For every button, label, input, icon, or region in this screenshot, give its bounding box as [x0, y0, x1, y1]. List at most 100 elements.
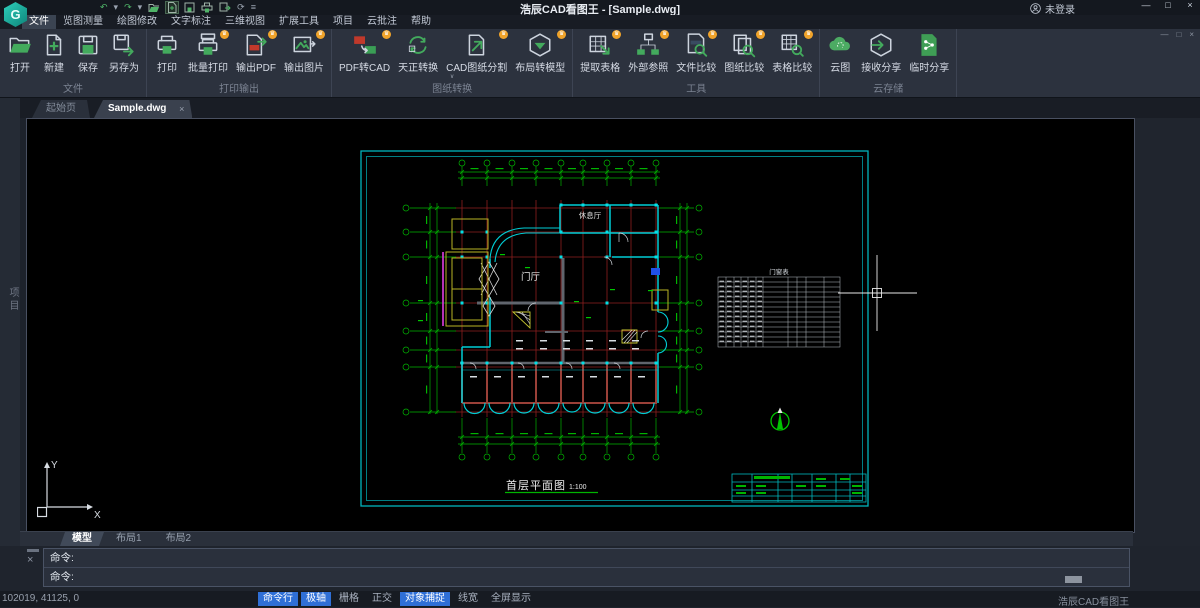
- export-pdf-button[interactable]: 输出PDF: [232, 30, 280, 74]
- ribbon-group-convert: PDF转CAD 天正转换 CAD图纸分割 布局转模型 图纸转换: [332, 29, 573, 97]
- menu-project[interactable]: 项目: [326, 15, 360, 29]
- temp-share-button[interactable]: 临时分享: [905, 30, 953, 74]
- floor-plan-svg[interactable]: 门窗表 休息厅 门厅 首层平面图 1:100: [328, 138, 932, 516]
- extract-table-button[interactable]: 提取表格: [576, 30, 624, 74]
- stairs-symbols: [513, 312, 637, 343]
- undo-icon[interactable]: [100, 1, 108, 14]
- small-room-labels: [470, 340, 645, 378]
- user-icon: [1030, 3, 1041, 14]
- menu-cloud-annotation[interactable]: 云批注: [360, 15, 404, 29]
- cad-split-button[interactable]: CAD图纸分割: [442, 30, 511, 74]
- print-icon: [154, 32, 180, 58]
- layout-to-model-button[interactable]: 布局转模型: [511, 30, 569, 74]
- vip-badge-icon: [612, 30, 621, 39]
- open-quick-icon[interactable]: [148, 3, 160, 13]
- titlebar: 浩辰CAD看图王 - [Sample.dwg] 未登录: [0, 0, 1200, 15]
- menu-extended-tools[interactable]: 扩展工具: [272, 15, 326, 29]
- menu-text-annotate[interactable]: 文字标注: [164, 15, 218, 29]
- toggle-command-line[interactable]: 命令行: [258, 592, 298, 606]
- crosshair-cursor: [838, 255, 917, 331]
- statusbar-brand: 浩辰CAD看图王: [1058, 593, 1129, 608]
- command-close-icon[interactable]: [27, 554, 33, 566]
- ribbon-group-label-convert: 图纸转换: [335, 80, 569, 97]
- ribbon-group-print: 打印 批量打印 输出PDF 输出图片 打印输出: [147, 29, 332, 97]
- print-quick-icon[interactable]: [201, 2, 213, 13]
- tab-start-page[interactable]: 起始页: [32, 100, 90, 118]
- side-panel-tab-project[interactable]: 项目: [5, 287, 20, 313]
- toggle-fullscreen[interactable]: 全屏显示: [486, 592, 536, 606]
- mdi-minimize-icon[interactable]: [1160, 30, 1168, 39]
- tab-close-icon[interactable]: [179, 100, 184, 118]
- mdi-restore-icon[interactable]: [1176, 30, 1181, 39]
- refresh-icon[interactable]: [237, 1, 245, 14]
- drawing-compare-icon: [731, 32, 757, 58]
- cloud-drawing-button[interactable]: 云图: [823, 30, 857, 74]
- toggle-osnap[interactable]: 对象捕捉: [400, 592, 450, 606]
- command-scrollbar-thumb[interactable]: [1065, 576, 1082, 583]
- menu-file[interactable]: 文件: [22, 15, 56, 29]
- menubar: 文件 览图测量 绘图修改 文字标注 三维视图 扩展工具 项目 云批注 帮助: [0, 15, 1200, 29]
- command-collapse-handle[interactable]: [27, 549, 39, 552]
- vip-badge-icon: [660, 30, 669, 39]
- schedule-title: 门窗表: [769, 267, 789, 276]
- drawing-compare-button[interactable]: 图纸比较: [720, 30, 768, 74]
- tab-layout1[interactable]: 布局1: [104, 532, 154, 546]
- vip-badge-icon: [316, 30, 325, 39]
- vip-badge-icon: [268, 30, 277, 39]
- file-compare-button[interactable]: 文件比较: [672, 30, 720, 74]
- tab-sample-dwg[interactable]: Sample.dwg: [94, 100, 192, 118]
- customize-quickbar-icon[interactable]: [251, 1, 256, 14]
- redo-icon[interactable]: [124, 1, 132, 14]
- external-reference-button[interactable]: 外部参照: [624, 30, 672, 74]
- tab-layout2[interactable]: 布局2: [154, 532, 204, 546]
- toggle-lineweight[interactable]: 线宽: [453, 592, 483, 606]
- menu-help[interactable]: 帮助: [404, 15, 438, 29]
- cloud-icon: [827, 32, 853, 58]
- toggle-ortho[interactable]: 正交: [367, 592, 397, 606]
- mdi-close-icon[interactable]: [1189, 30, 1194, 39]
- tianzheng-convert-icon: [405, 32, 431, 58]
- open-button[interactable]: 打开: [3, 30, 37, 74]
- ucs-icon: Y X: [37, 454, 107, 522]
- export-image-button[interactable]: 输出图片: [280, 30, 328, 74]
- saveas-quick-icon[interactable]: [219, 2, 231, 13]
- batch-print-icon: [195, 32, 221, 58]
- room-partitions: [462, 363, 657, 403]
- receive-share-icon: [868, 32, 894, 58]
- toggle-polar[interactable]: 极轴: [301, 592, 331, 606]
- tab-model[interactable]: 模型: [60, 532, 104, 546]
- vip-badge-icon: [804, 30, 813, 39]
- command-input-line[interactable]: 命令:: [44, 568, 1129, 586]
- close-icon[interactable]: [1184, 0, 1196, 10]
- table-compare-button[interactable]: 表格比较: [768, 30, 816, 74]
- menu-3d-view[interactable]: 三维视图: [218, 15, 272, 29]
- toggle-grid[interactable]: 栅格: [334, 592, 364, 606]
- drawing-canvas[interactable]: Y X: [26, 118, 1135, 533]
- maximize-icon[interactable]: [1162, 0, 1174, 10]
- room-label-rest-hall: 休息厅: [579, 210, 602, 220]
- save-quick-icon[interactable]: [184, 2, 195, 13]
- ribbon-group-file: 打开 新建 保存 另存为 文件: [0, 29, 147, 97]
- save-icon: [75, 32, 101, 58]
- receive-share-button[interactable]: 接收分享: [857, 30, 905, 74]
- ribbon-group-label-tools: 工具: [576, 80, 816, 97]
- minimize-icon[interactable]: [1140, 0, 1152, 10]
- temp-share-icon: [916, 32, 942, 58]
- new-quick-icon[interactable]: [166, 2, 178, 13]
- command-window[interactable]: 命令: 命令:: [43, 548, 1130, 587]
- menu-draw-modify[interactable]: 绘图修改: [110, 15, 164, 29]
- undo-caret-icon[interactable]: [114, 1, 119, 14]
- menu-view-measure[interactable]: 览图测量: [56, 15, 110, 29]
- vip-badge-icon: [220, 30, 229, 39]
- new-button[interactable]: 新建: [37, 30, 71, 74]
- yellow-outlines: [446, 219, 668, 326]
- save-as-button[interactable]: 另存为: [105, 30, 143, 74]
- user-login[interactable]: 未登录: [1030, 1, 1075, 16]
- batch-print-button[interactable]: 批量打印: [184, 30, 232, 74]
- plan-scale: 1:100: [569, 484, 587, 491]
- print-button[interactable]: 打印: [150, 30, 184, 74]
- save-button[interactable]: 保存: [71, 30, 105, 74]
- redo-caret-icon[interactable]: [138, 1, 143, 14]
- pdf-to-cad-button[interactable]: PDF转CAD: [335, 30, 394, 74]
- tianzheng-convert-button[interactable]: 天正转换: [394, 30, 442, 74]
